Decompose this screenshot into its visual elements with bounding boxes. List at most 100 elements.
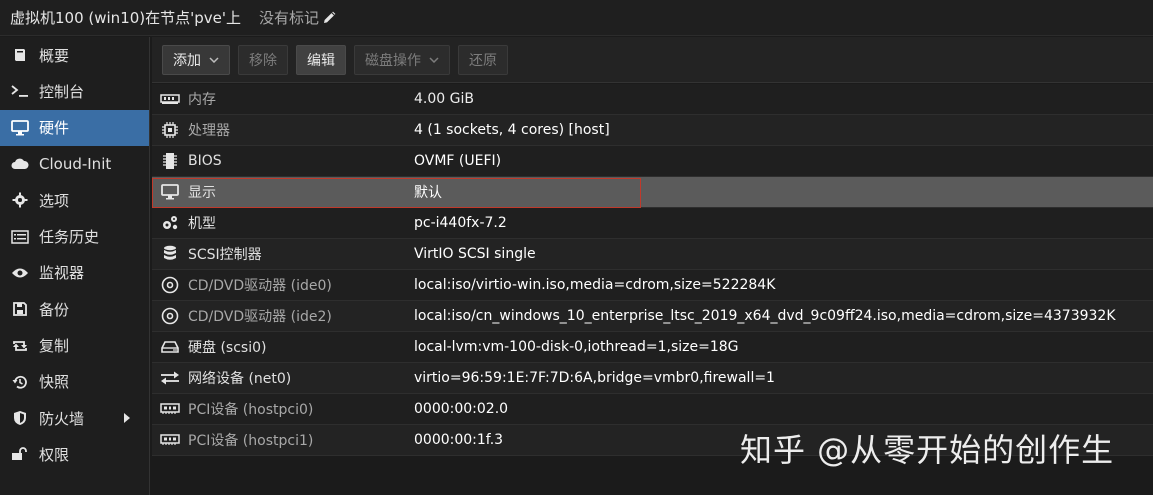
hardware-value: 0000:00:02.0 <box>414 401 509 417</box>
pci-icon <box>152 403 188 415</box>
revert-button[interactable]: 还原 <box>458 44 508 75</box>
hardware-row-cdrom-ide2[interactable]: CD/DVD驱动器 (ide2) local:iso/cn_windows_10… <box>152 301 1153 332</box>
eye-icon <box>10 264 30 282</box>
database-icon <box>152 245 188 263</box>
sidebar-item-cloud-init[interactable]: Cloud-Init <box>0 146 149 182</box>
sidebar-item-options[interactable]: 选项 <box>0 182 149 218</box>
hardware-value: 4.00 GiB <box>414 91 474 107</box>
sidebar-item-label: 复制 <box>39 337 70 356</box>
desktop-icon <box>152 184 188 200</box>
hdd-icon <box>152 340 188 354</box>
cdrom-icon <box>152 307 188 325</box>
hardware-value: virtio=96:59:1E:7F:7D:6A,bridge=vmbr0,fi… <box>414 370 775 386</box>
microchip-icon <box>152 152 188 170</box>
hardware-name: 硬盘 (scsi0) <box>188 340 267 356</box>
sidebar-item-hardware[interactable]: 硬件 <box>0 109 149 146</box>
book-icon <box>10 46 30 64</box>
disk-action-button[interactable]: 磁盘操作 <box>354 44 450 75</box>
cogs-icon <box>152 215 188 231</box>
hardware-name: 处理器 <box>188 123 230 139</box>
sidebar-item-label: 选项 <box>39 191 70 210</box>
remove-button[interactable]: 移除 <box>238 44 288 75</box>
cpu-icon <box>152 121 188 139</box>
hardware-name: PCI设备 (hostpci1) <box>188 433 314 449</box>
sidebar-item-console[interactable]: 控制台 <box>0 73 149 109</box>
sidebar-item-label: 权限 <box>39 445 70 464</box>
sidebar-item-monitor[interactable]: 监视器 <box>0 255 149 291</box>
tags-editor[interactable]: 没有标记 <box>259 7 336 28</box>
chevron-right-icon[interactable] <box>123 413 131 424</box>
hardware-value: pc-i440fx-7.2 <box>414 215 507 231</box>
gear-icon <box>10 191 30 209</box>
hardware-row-pci-hostpci0[interactable]: PCI设备 (hostpci0) 0000:00:02.0 <box>152 394 1153 425</box>
cdrom-icon <box>152 276 188 294</box>
sidebar-item-task-history[interactable]: 任务历史 <box>0 218 149 254</box>
hardware-name: 显示 <box>188 185 216 201</box>
hardware-row-display[interactable]: 显示 默认 <box>152 177 1153 208</box>
sidebar-item-label: Cloud-Init <box>39 155 112 174</box>
hardware-value: 4 (1 sockets, 4 cores) [host] <box>414 122 610 138</box>
hardware-row-cdrom-ide0[interactable]: CD/DVD驱动器 (ide0) local:iso/virtio-win.is… <box>152 270 1153 301</box>
hardware-row-disk-scsi0[interactable]: 硬盘 (scsi0) local-lvm:vm-100-disk-0,iothr… <box>152 332 1153 363</box>
pci-icon <box>152 434 188 446</box>
hardware-row-processor[interactable]: 处理器 4 (1 sockets, 4 cores) [host] <box>152 115 1153 146</box>
revert-button-label: 还原 <box>469 52 497 69</box>
hardware-value: 0000:00:1f.3 <box>414 432 504 448</box>
edit-button-label: 编辑 <box>307 52 335 69</box>
desktop-icon <box>10 119 30 137</box>
hardware-row-memory[interactable]: 内存 4.00 GiB <box>152 84 1153 115</box>
add-button-label: 添加 <box>173 52 201 69</box>
list-icon <box>10 228 30 246</box>
history-icon <box>10 373 30 391</box>
hardware-name: CD/DVD驱动器 (ide0) <box>188 278 332 294</box>
hardware-toolbar: 添加 移除 编辑 磁盘操作 还原 <box>152 37 1153 83</box>
hardware-name: 网络设备 (net0) <box>188 371 292 387</box>
sidebar-item-label: 监视器 <box>39 264 85 283</box>
sidebar-item-replication[interactable]: 复制 <box>0 327 149 363</box>
hardware-grid: 内存 4.00 GiB 处理器 4 (1 sockets, 4 cores) [… <box>152 84 1153 456</box>
sidebar-item-label: 概要 <box>39 46 70 65</box>
watermark-text: 知乎 @从零开始的创作生 <box>740 431 1115 469</box>
sidebar-item-label: 快照 <box>39 373 70 392</box>
hardware-name: SCSI控制器 <box>188 247 262 263</box>
sidebar-item-label: 任务历史 <box>39 228 100 247</box>
disk-action-label: 磁盘操作 <box>365 52 421 69</box>
sidebar-item-permissions[interactable]: 权限 <box>0 436 149 472</box>
retweet-icon <box>10 337 30 355</box>
sidebar-item-label: 防火墙 <box>39 409 85 428</box>
pencil-icon[interactable] <box>322 11 336 25</box>
hardware-row-network-net0[interactable]: 网络设备 (net0) virtio=96:59:1E:7F:7D:6A,bri… <box>152 363 1153 394</box>
vm-title: 虚拟机100 (win10)在节点'pve'上 <box>10 9 242 27</box>
hardware-value: OVMF (UEFI) <box>414 153 502 169</box>
title-bar: 虚拟机100 (win10)在节点'pve'上 没有标记 <box>0 0 1153 36</box>
hardware-name: 机型 <box>188 216 216 232</box>
sidebar-item-firewall[interactable]: 防火墙 <box>0 400 149 436</box>
hardware-name: PCI设备 (hostpci0) <box>188 402 314 418</box>
save-icon <box>10 300 30 318</box>
edit-button[interactable]: 编辑 <box>296 44 346 75</box>
hardware-name: 内存 <box>188 92 216 108</box>
add-button[interactable]: 添加 <box>162 44 230 75</box>
terminal-icon <box>10 82 30 100</box>
hardware-name: CD/DVD驱动器 (ide2) <box>188 309 332 325</box>
sidebar-item-snapshots[interactable]: 快照 <box>0 364 149 400</box>
chevron-down-icon <box>429 56 439 63</box>
cloud-icon <box>10 155 30 173</box>
tags-label: 没有标记 <box>259 9 320 27</box>
sidebar-item-label: 硬件 <box>39 119 70 138</box>
vm-sidebar: 概要 控制台 硬件 Cloud-Init 选项 任务历史 监视器 备份 复制 快… <box>0 37 150 495</box>
sidebar-item-summary[interactable]: 概要 <box>0 37 149 73</box>
exchange-icon <box>152 371 188 385</box>
shield-icon <box>10 409 30 427</box>
hardware-name: BIOS <box>188 153 222 169</box>
sidebar-item-label: 备份 <box>39 300 70 319</box>
chevron-down-icon <box>209 56 219 63</box>
hardware-row-bios[interactable]: BIOS OVMF (UEFI) <box>152 146 1153 177</box>
hardware-value: local-lvm:vm-100-disk-0,iothread=1,size=… <box>414 339 739 355</box>
unlock-icon <box>10 445 30 463</box>
hardware-value: local:iso/cn_windows_10_enterprise_ltsc_… <box>414 308 1116 324</box>
hardware-row-machine[interactable]: 机型 pc-i440fx-7.2 <box>152 208 1153 239</box>
sidebar-item-backup[interactable]: 备份 <box>0 291 149 327</box>
memory-icon <box>152 93 188 105</box>
hardware-row-scsi-controller[interactable]: SCSI控制器 VirtIO SCSI single <box>152 239 1153 270</box>
